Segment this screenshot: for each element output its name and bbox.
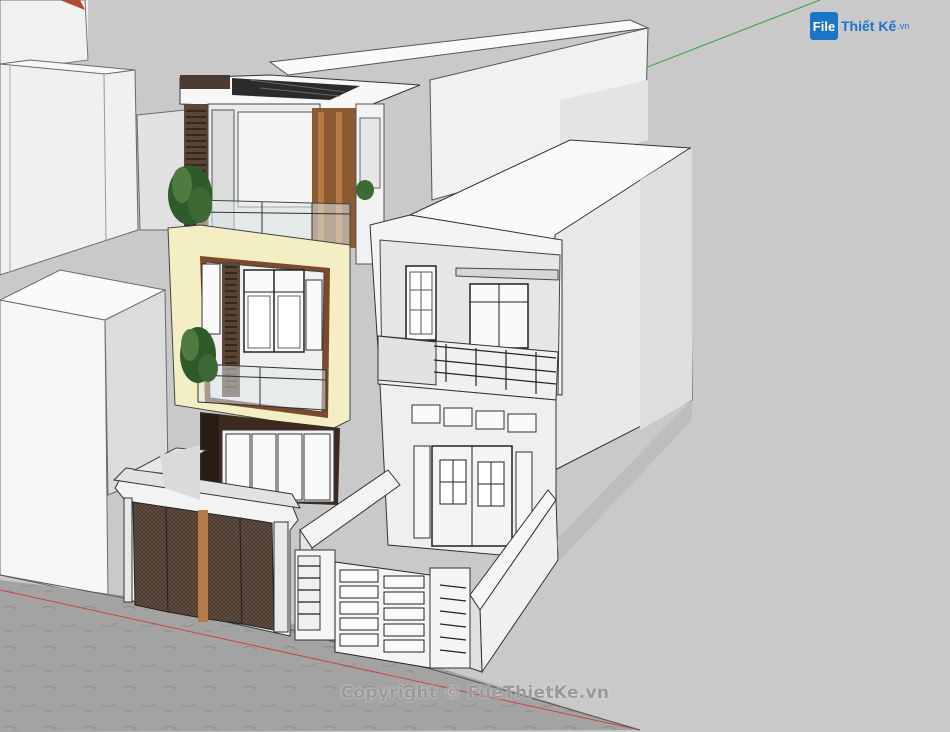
logo-suffix: .vn <box>897 21 910 31</box>
neighbour-building-low <box>0 299 109 599</box>
logo-mark: File <box>810 12 838 40</box>
brand-logo: File Thiết Kế .vn <box>810 10 920 42</box>
sketchup-scene <box>0 0 950 732</box>
copyright-watermark: Copyright © FileThietKe.vn <box>340 683 610 703</box>
logo-text: Thiết Kế <box>841 18 897 34</box>
